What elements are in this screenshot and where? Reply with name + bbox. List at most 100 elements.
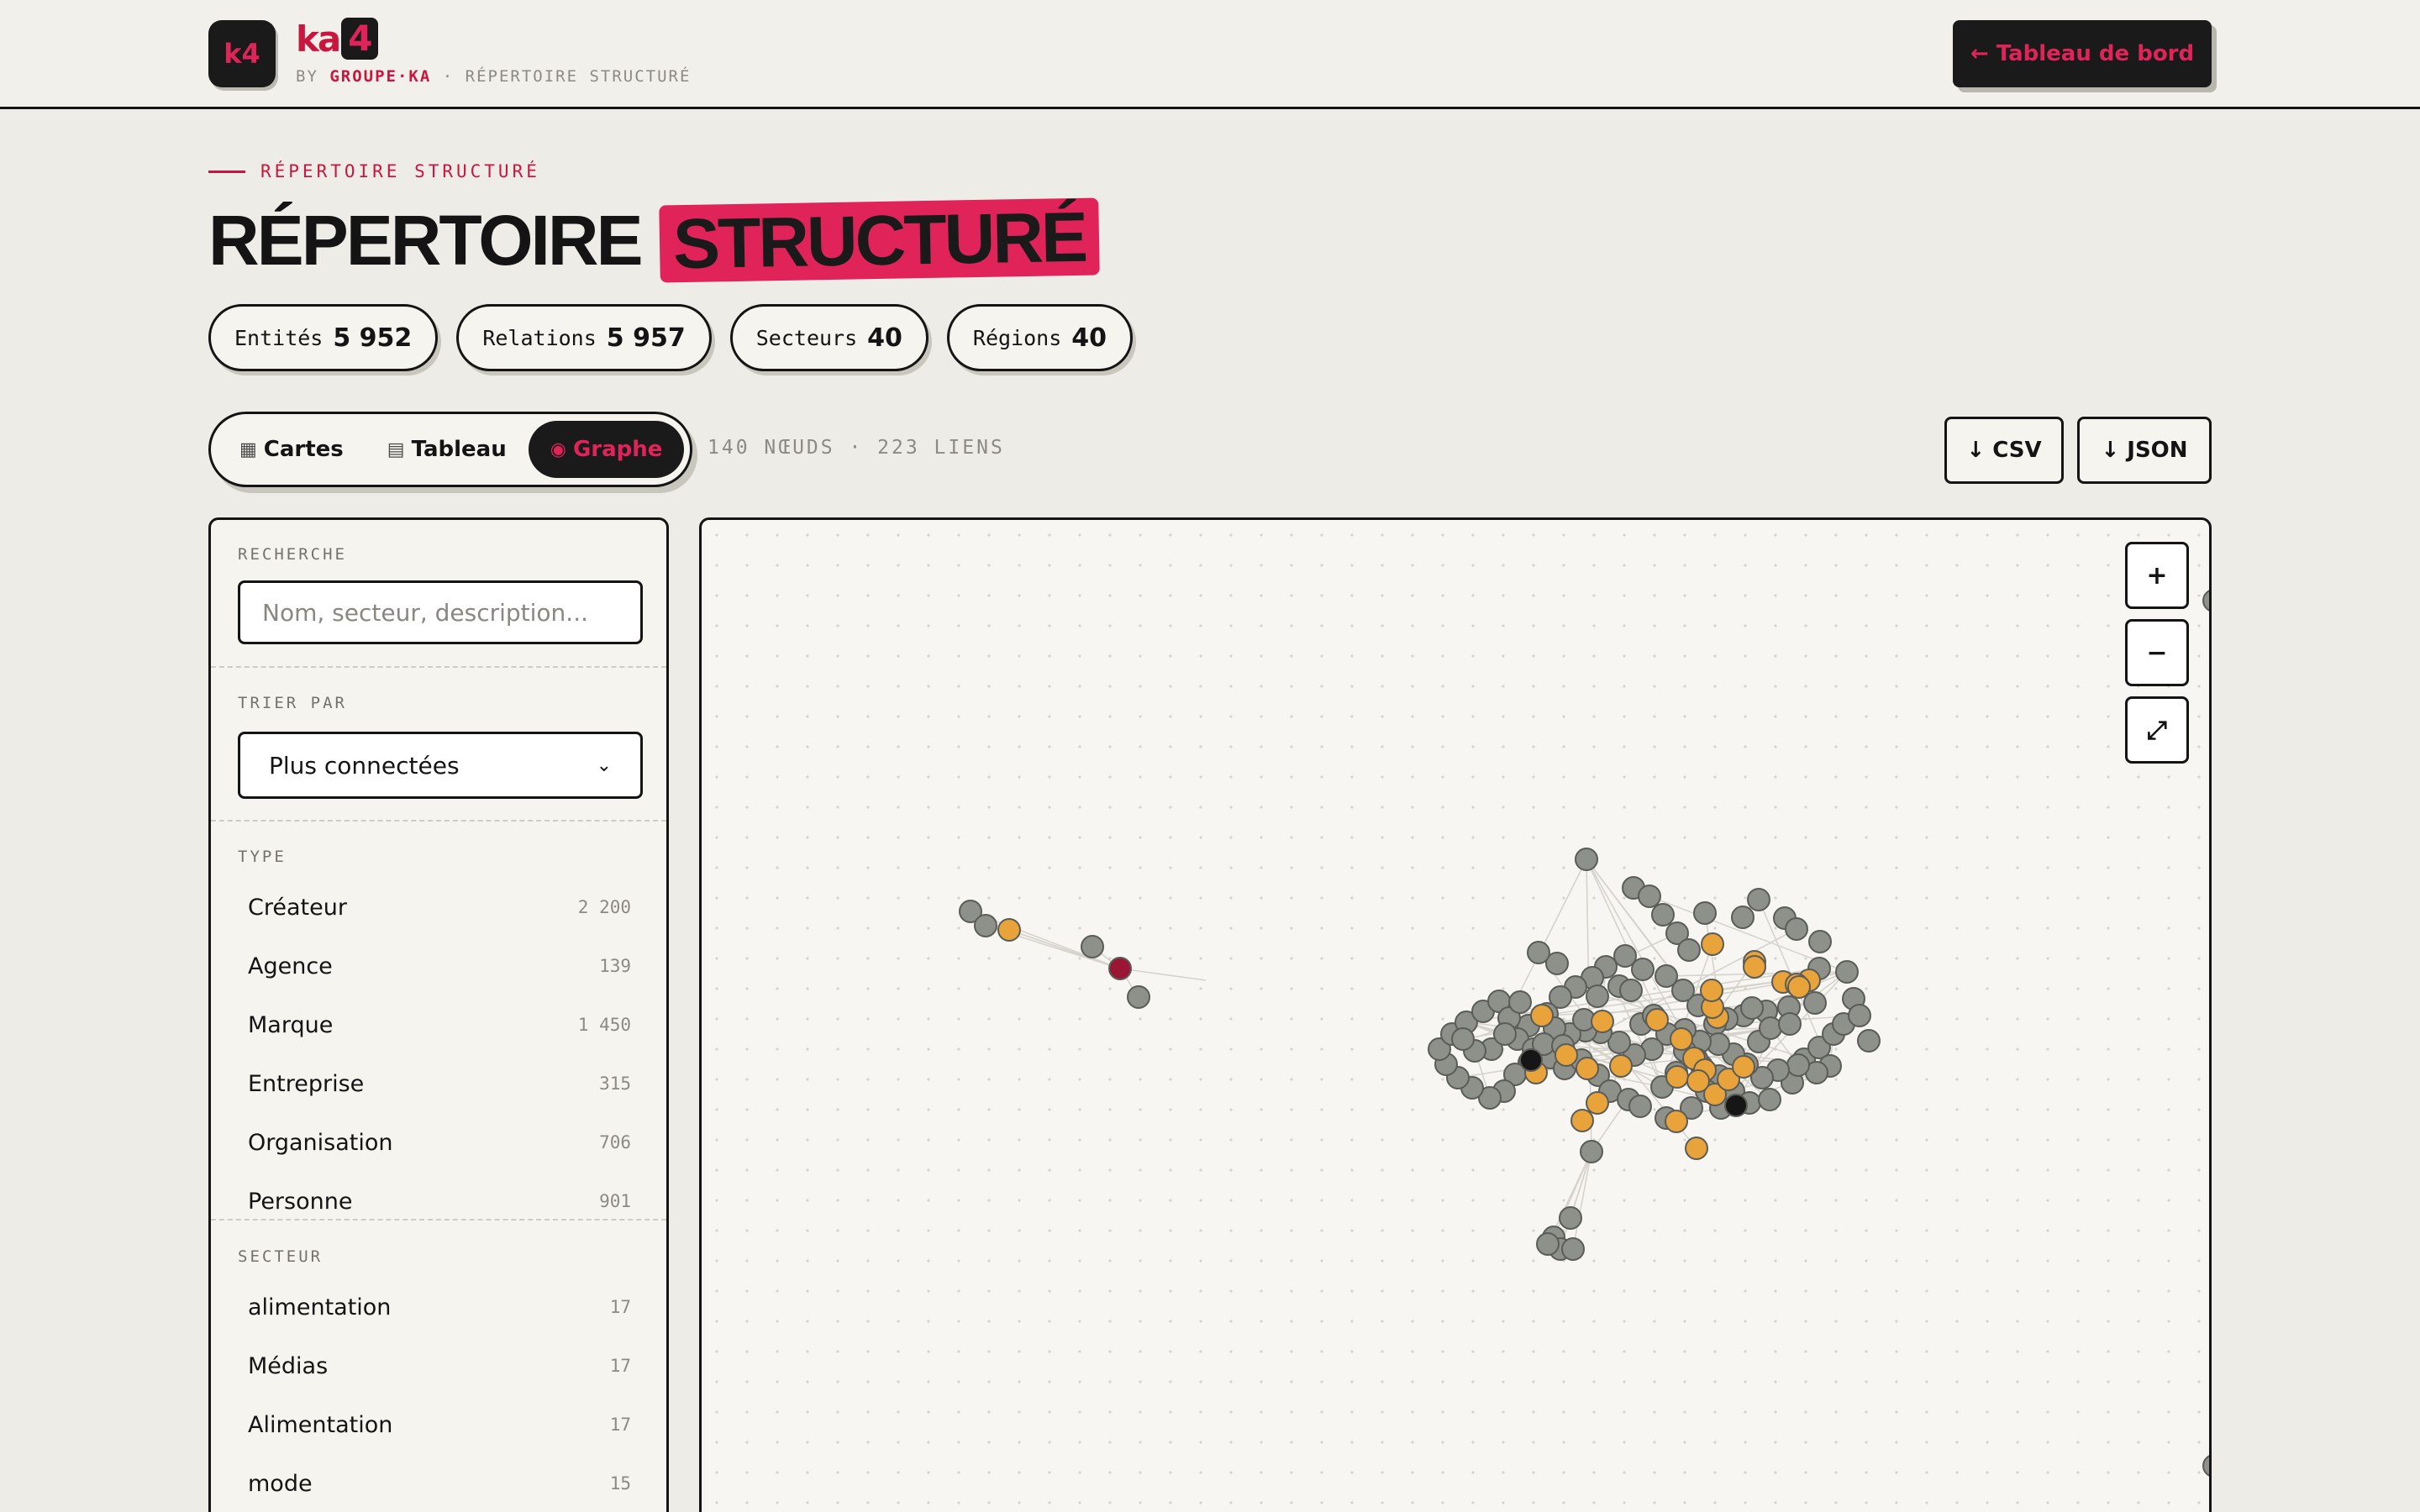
graph-node[interactable]	[1665, 1110, 1688, 1133]
graph-node[interactable]	[1651, 903, 1675, 927]
logo[interactable]: k4	[208, 20, 276, 87]
graph-canvas[interactable]	[702, 520, 2212, 1512]
graph-node[interactable]	[1808, 930, 1832, 953]
search-label: RECHERCHE	[238, 545, 347, 564]
facet-count: 17	[609, 1297, 631, 1317]
graph-node[interactable]	[1785, 917, 1808, 941]
search-input[interactable]	[238, 580, 643, 644]
type-item[interactable]: Marque 1 450	[238, 995, 643, 1054]
graph-node[interactable]	[1787, 975, 1811, 999]
type-item[interactable]: Créateur 2 200	[238, 878, 643, 937]
sort-select[interactable]: Plus connectées ⌄	[238, 732, 643, 799]
graph-node[interactable]	[2202, 590, 2212, 612]
graph-node[interactable]	[1677, 938, 1701, 962]
graph-node[interactable]	[1724, 1094, 1748, 1117]
graph-node[interactable]	[1127, 985, 1150, 1009]
graph-node[interactable]	[1536, 1232, 1560, 1256]
graph-node[interactable]	[1451, 1027, 1475, 1051]
graph-node[interactable]	[1701, 932, 1724, 956]
graph-node[interactable]	[1530, 1004, 1554, 1027]
eyebrow: RÉPERTOIRE STRUCTURÉ	[208, 161, 540, 181]
graph-node[interactable]	[1786, 1053, 1810, 1077]
network-graph[interactable]: + − ⤢	[699, 517, 2212, 1512]
graph-node[interactable]	[1508, 990, 1532, 1014]
graph-node[interactable]	[1575, 848, 1598, 871]
stat-sectors: Secteurs 40	[729, 304, 929, 371]
graph-node[interactable]	[1586, 984, 1609, 1008]
graph-node[interactable]	[1576, 1057, 1599, 1080]
graph-node[interactable]	[1493, 1022, 1517, 1046]
graph-node[interactable]	[2202, 1455, 2212, 1477]
graph-node[interactable]	[1778, 1012, 1802, 1036]
graph-node[interactable]	[1670, 1027, 1693, 1051]
graph-node[interactable]	[1665, 1065, 1689, 1089]
stat-relations: Relations 5 957	[456, 304, 712, 371]
graph-node[interactable]	[1686, 1069, 1710, 1093]
export-json-button[interactable]: ↓ JSON	[2077, 417, 2212, 484]
tab-table[interactable]: ▤ Tableau	[366, 421, 529, 478]
graph-node[interactable]	[1628, 1095, 1652, 1118]
brand-text: ka	[296, 18, 341, 60]
graph-node[interactable]	[1857, 1029, 1881, 1053]
tab-graph[interactable]: ◉ Graphe	[528, 421, 685, 478]
graph-node[interactable]	[1555, 1043, 1578, 1067]
eyebrow-text: RÉPERTOIRE STRUCTURÉ	[260, 161, 540, 181]
tab-cards[interactable]: ▦ Cartes	[218, 421, 366, 478]
graph-node[interactable]	[1580, 1140, 1603, 1163]
facet-name: Marque	[248, 1011, 334, 1038]
divider	[211, 666, 666, 668]
graph-node[interactable]	[1586, 1091, 1609, 1115]
graph-node[interactable]	[1758, 1088, 1781, 1111]
graph-node[interactable]	[1519, 1048, 1543, 1072]
type-item[interactable]: Personne 901	[238, 1172, 643, 1215]
graph-node[interactable]	[1527, 941, 1550, 964]
page-title: RÉPERTOIRE STRUCTURÉ	[208, 197, 1100, 283]
graph-node[interactable]	[1081, 935, 1104, 958]
graph-node[interactable]	[1700, 979, 1723, 1002]
graph-node[interactable]	[997, 918, 1021, 942]
sector-label: SECTEUR	[238, 1247, 324, 1266]
facet-name: mode	[248, 1470, 313, 1497]
graph-node[interactable]	[1759, 1016, 1782, 1040]
graph-node[interactable]	[1638, 885, 1661, 908]
graph-node[interactable]	[1685, 1137, 1708, 1160]
fit-view-button[interactable]: ⤢	[2125, 696, 2189, 764]
graph-node[interactable]	[1655, 964, 1678, 988]
sector-item[interactable]: Alimentation 17	[238, 1395, 643, 1454]
sector-item[interactable]: Médias 17	[238, 1336, 643, 1395]
dashboard-back-button[interactable]: ← Tableau de bord	[1953, 20, 2212, 87]
graph-node[interactable]	[1609, 1054, 1633, 1078]
tab-label: Cartes	[263, 437, 344, 462]
type-item[interactable]: Entreprise 315	[238, 1054, 643, 1113]
graph-node[interactable]	[1693, 901, 1717, 925]
type-item[interactable]: Agence 139	[238, 937, 643, 995]
facet-name: Organisation	[248, 1129, 393, 1156]
graph-node[interactable]	[1803, 991, 1827, 1015]
graph-node[interactable]	[974, 914, 997, 937]
graph-node[interactable]	[1645, 1008, 1669, 1032]
graph-node[interactable]	[1835, 960, 1859, 984]
sector-list: alimentation 17 Médias 17 Alimentation 1…	[238, 1278, 643, 1512]
zoom-in-button[interactable]: +	[2125, 542, 2189, 609]
zoom-out-button[interactable]: −	[2125, 619, 2189, 686]
graph-edge	[1119, 968, 1207, 981]
graph-node[interactable]	[1591, 1010, 1614, 1033]
graph-node[interactable]	[1570, 1109, 1594, 1132]
graph-node[interactable]	[1732, 1055, 1755, 1079]
sector-item[interactable]: alimentation 17	[238, 1278, 643, 1336]
graph-node[interactable]	[1731, 906, 1754, 929]
graph-node[interactable]	[1108, 957, 1132, 980]
graph-node[interactable]	[1619, 979, 1643, 1002]
graph-node[interactable]	[1848, 1004, 1871, 1027]
graph-node[interactable]	[1747, 888, 1770, 911]
graph-node[interactable]	[1613, 944, 1637, 968]
graph-node[interactable]	[1559, 1206, 1582, 1230]
graph-node[interactable]	[1743, 955, 1766, 979]
export-csv-button[interactable]: ↓ CSV	[1944, 417, 2064, 484]
type-item[interactable]: Organisation 706	[238, 1113, 643, 1172]
graph-node[interactable]	[1561, 1237, 1585, 1261]
graph-node[interactable]	[1740, 996, 1764, 1020]
sector-item[interactable]: mode 15	[238, 1454, 643, 1512]
company-name: GROUPE·KA	[329, 67, 432, 86]
stat-label: Entités	[234, 325, 324, 350]
